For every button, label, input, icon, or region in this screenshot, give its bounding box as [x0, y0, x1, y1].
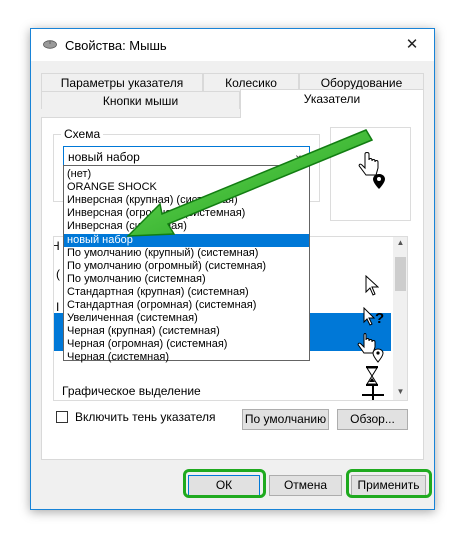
- green-arrow-annotation: [126, 129, 374, 237]
